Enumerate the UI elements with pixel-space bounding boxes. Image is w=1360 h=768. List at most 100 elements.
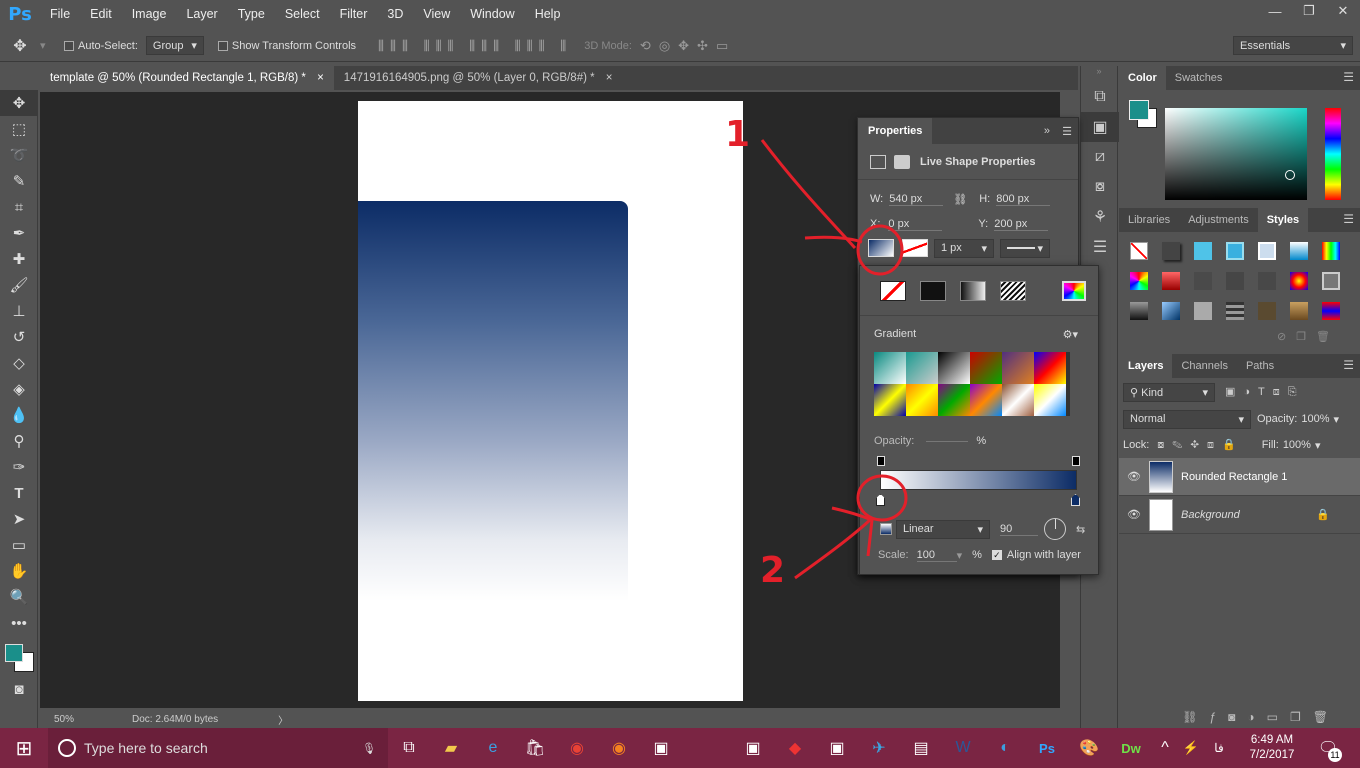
lock-icons[interactable]: ⧇✎✥⧈🔒 (1157, 438, 1243, 452)
gradient-ramp[interactable] (880, 470, 1077, 490)
layers-footer-icons[interactable]: ⛓ƒ◙◑▭❐🗑 (1182, 710, 1340, 724)
collapse-panel-icon[interactable]: » (1044, 125, 1050, 137)
style-tile[interactable] (1283, 266, 1315, 296)
menu-filter[interactable]: Filter (330, 0, 378, 28)
file-explorer-icon[interactable]: ▰ (430, 728, 472, 768)
gradient-preset[interactable] (970, 384, 1002, 416)
style-tile[interactable] (1123, 266, 1155, 296)
gradient-settings-icon[interactable]: ⚙▾ (1063, 328, 1078, 341)
y-field[interactable]: 200 px (994, 218, 1049, 231)
menu-help[interactable]: Help (525, 0, 571, 28)
tab-styles[interactable]: Styles (1257, 208, 1309, 232)
app-icon[interactable]: 🎨 (1068, 728, 1110, 768)
style-tile[interactable] (1187, 296, 1219, 326)
opacity-stop-right[interactable] (1072, 456, 1080, 466)
opacity-dropdown-icon[interactable]: ▾ (1334, 413, 1340, 426)
style-tile[interactable] (1155, 236, 1187, 266)
pen-tool-icon[interactable]: ✑ (0, 454, 38, 480)
align-icons[interactable]: ⫼⫼⫼ ⫼⫼⫼ ⫼⫼⫼ ⫼⫼⫼ ⫼ (378, 38, 572, 54)
color-picker-marker[interactable] (1285, 170, 1295, 180)
tab-channels[interactable]: Channels (1172, 354, 1236, 378)
stroke-style-dropdown[interactable]: ▾ (1000, 238, 1050, 258)
auto-select-dropdown[interactable]: Group ▾ (145, 36, 204, 55)
link-icon[interactable]: ⛓ (953, 193, 967, 206)
x-field[interactable]: 0 px (888, 218, 943, 231)
paint-bucket-icon[interactable]: ◈ (0, 376, 38, 402)
app-icon[interactable]: ▣ (640, 728, 682, 768)
menu-file[interactable]: File (40, 0, 80, 28)
menu-window[interactable]: Window (460, 0, 524, 28)
dodge-tool-icon[interactable]: ⚲ (0, 428, 38, 454)
notification-icon[interactable]: 🗨 11 (1310, 728, 1346, 768)
style-tile[interactable] (1251, 296, 1283, 326)
style-tile[interactable] (1315, 296, 1347, 326)
w-field[interactable]: 540 px (889, 193, 944, 206)
blur-tool-icon[interactable]: 💧 (0, 402, 38, 428)
show-transform-checkbox[interactable] (217, 40, 228, 51)
app-icon[interactable]: ▣ (816, 728, 858, 768)
more-tools-icon[interactable]: ••• (0, 610, 38, 636)
app-icon[interactable]: ◆ (774, 728, 816, 768)
quick-select-tool-icon[interactable]: ✎ (0, 168, 38, 194)
hue-slider[interactable] (1325, 108, 1341, 200)
style-tile[interactable] (1123, 296, 1155, 326)
brush-tool-icon[interactable]: 🖌 (0, 272, 38, 298)
angle-dial[interactable] (1044, 518, 1066, 540)
style-tile[interactable] (1251, 266, 1283, 296)
layer-name[interactable]: Rounded Rectangle 1 (1181, 471, 1287, 483)
align-with-layer-checkbox[interactable]: ✓ (991, 550, 1002, 560)
close-window-button[interactable]: ✕ (1326, 0, 1360, 22)
filter-kind-dropdown[interactable]: ⚲ Kind ▾ (1123, 382, 1215, 402)
gradient-preset[interactable] (1002, 384, 1034, 416)
menu-edit[interactable]: Edit (80, 0, 122, 28)
brush-panel-icon[interactable]: ⚘ (1081, 202, 1119, 232)
layer-row-rounded-rectangle[interactable]: 👁 Rounded Rectangle 1 (1119, 458, 1360, 496)
language-indicator[interactable]: فا (1204, 728, 1234, 768)
search-box[interactable]: Type here to search 🎙 (48, 728, 388, 768)
gradient-preset[interactable] (938, 384, 970, 416)
reverse-gradient-icon[interactable]: ⇆ (1076, 523, 1085, 536)
foreground-color-swatch[interactable] (5, 644, 23, 662)
opacity-value[interactable]: 100% (1301, 413, 1329, 425)
gradient-preset[interactable] (1034, 352, 1066, 384)
filter-icons[interactable]: ▣◑T⧈⎘ (1225, 385, 1305, 399)
color-picker-field[interactable] (1165, 108, 1307, 200)
gradient-preset[interactable] (1034, 384, 1066, 416)
opacity-stop-left[interactable] (877, 456, 885, 466)
app-icon[interactable]: ◐ (984, 728, 1026, 768)
style-tile[interactable] (1219, 236, 1251, 266)
blend-mode-dropdown[interactable]: Normal ▾ (1123, 409, 1251, 429)
menu-select[interactable]: Select (275, 0, 330, 28)
shape-tool-icon[interactable]: ▭ (0, 532, 38, 558)
photoshop-taskbar-icon[interactable]: Ps (1026, 728, 1068, 768)
color-stop-right[interactable] (1071, 494, 1080, 506)
menu-view[interactable]: View (413, 0, 460, 28)
style-tile[interactable] (1219, 296, 1251, 326)
firefox-icon[interactable]: ◉ (598, 728, 640, 768)
scale-dropdown-icon[interactable]: ▾ (957, 549, 963, 562)
marquee-tool-icon[interactable]: ⬚ (0, 116, 38, 142)
task-view-icon[interactable]: ⧉ (388, 728, 430, 768)
styles-footer-icons[interactable]: ⊘❐🗑 (1119, 330, 1360, 348)
menu-3d[interactable]: 3D (377, 0, 413, 28)
gradient-preset[interactable] (938, 352, 970, 384)
fg-color-chip[interactable] (1129, 100, 1149, 120)
tab-png[interactable]: 1471916164905.png @ 50% (Layer 0, RGB/8#… (333, 66, 623, 90)
style-tile[interactable] (1315, 266, 1347, 296)
reverse-swatch-icon[interactable] (880, 523, 892, 535)
dreamweaver-icon[interactable]: Dw (1110, 728, 1152, 768)
zoom-level[interactable]: 50% (54, 714, 92, 725)
gradient-preset[interactable] (970, 352, 1002, 384)
gradient-style-dropdown[interactable]: Linear ▾ (896, 519, 990, 539)
tab-layers[interactable]: Layers (1119, 354, 1173, 378)
info-panel-icon[interactable]: ⧄ (1081, 142, 1119, 172)
quick-mask-icon[interactable]: ◙ (0, 676, 38, 702)
3d-mode-icons[interactable]: ⟲◎✥✣▭ (640, 38, 736, 54)
stroke-width-dropdown[interactable]: 1 px ▾ (934, 238, 994, 258)
restore-button[interactable]: ❐ (1292, 0, 1326, 22)
gradient-preset[interactable] (874, 352, 906, 384)
style-tile[interactable] (1219, 266, 1251, 296)
stamp-tool-icon[interactable]: ⊥ (0, 298, 38, 324)
visibility-eye-icon[interactable]: 👁 (1119, 470, 1149, 483)
style-tile[interactable] (1251, 236, 1283, 266)
